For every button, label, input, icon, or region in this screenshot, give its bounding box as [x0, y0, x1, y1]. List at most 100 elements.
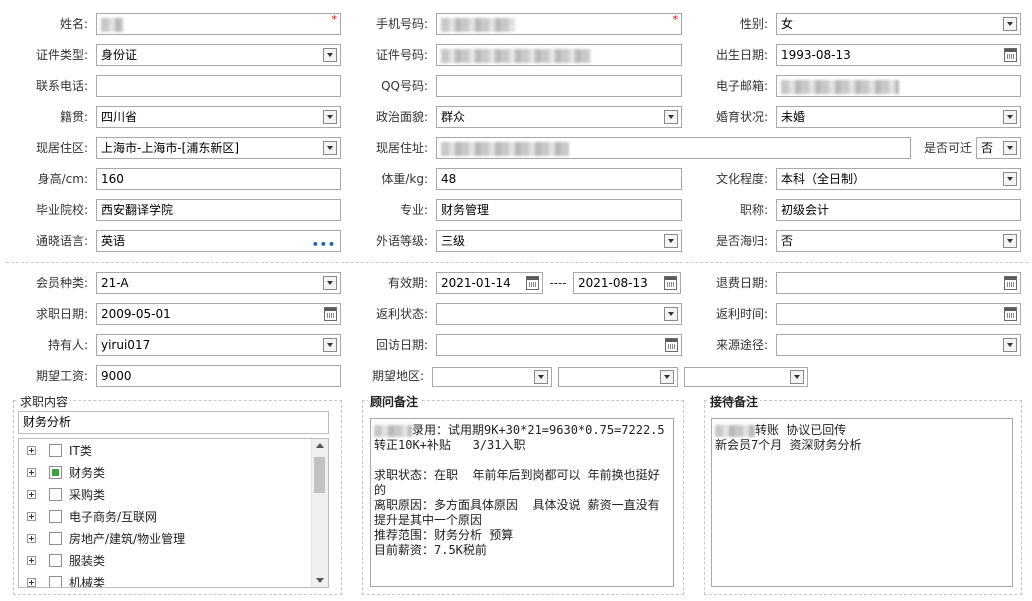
calendar-icon[interactable]	[1004, 276, 1017, 290]
expand-icon[interactable]	[27, 490, 36, 499]
checkbox[interactable]	[49, 466, 62, 479]
tree-item-label: IT类	[69, 444, 92, 458]
calendar-icon[interactable]	[526, 276, 539, 290]
chevron-down-icon[interactable]	[664, 234, 678, 248]
address-input[interactable]	[436, 137, 911, 159]
chevron-down-icon[interactable]	[323, 48, 337, 62]
overseas-value: 否	[781, 234, 794, 248]
checkbox[interactable]	[49, 576, 62, 587]
checkbox[interactable]	[49, 510, 62, 523]
political-select[interactable]: 群众	[436, 106, 682, 128]
scroll-up-icon[interactable]	[316, 443, 324, 448]
rebate-time-input[interactable]	[776, 303, 1021, 325]
chevron-down-icon[interactable]	[664, 307, 678, 321]
redacted-id	[441, 48, 591, 63]
chevron-down-icon[interactable]	[1003, 141, 1017, 155]
id-no-input[interactable]	[436, 44, 682, 66]
chevron-down-icon[interactable]	[1003, 110, 1017, 124]
expand-icon[interactable]	[27, 578, 36, 587]
refund-date-input[interactable]	[776, 272, 1021, 294]
phone-input[interactable]	[96, 75, 341, 97]
job-date-input[interactable]: 2009-05-01	[96, 303, 341, 325]
salary-input[interactable]: 9000	[96, 365, 341, 387]
visit-date-input[interactable]	[436, 334, 682, 356]
holder-select[interactable]: yirui017	[96, 334, 341, 356]
advisor-notes-textarea[interactable]: 录用：试用期9K+30*21=9630*0.75=7222.5 转正10K+补贴…	[370, 418, 674, 587]
region-select[interactable]: 上海市-上海市-[浦东新区]	[96, 137, 341, 159]
height-input[interactable]: 160	[96, 168, 341, 190]
phone-label: 联系电话:	[35, 79, 88, 93]
checkbox[interactable]	[49, 532, 62, 545]
scroll-thumb[interactable]	[314, 457, 325, 493]
qq-input[interactable]	[436, 75, 682, 97]
source-select[interactable]	[776, 334, 1021, 356]
email-input[interactable]	[776, 75, 1021, 97]
valid-to-input[interactable]: 2021-08-13	[573, 272, 681, 294]
native-select[interactable]: 四川省	[96, 106, 341, 128]
chevron-down-icon[interactable]	[664, 110, 678, 124]
major-input[interactable]: 财务管理	[436, 199, 682, 221]
chevron-down-icon[interactable]	[1003, 172, 1017, 186]
chevron-down-icon[interactable]	[323, 141, 337, 155]
relocate-select[interactable]: 否	[976, 137, 1021, 159]
education-select[interactable]: 本科（全日制）	[776, 168, 1021, 190]
area-district-select[interactable]	[684, 367, 808, 387]
expand-icon[interactable]	[27, 534, 36, 543]
calendar-icon[interactable]	[1004, 48, 1017, 62]
member-type-select[interactable]: 21-A	[96, 272, 341, 294]
overseas-select[interactable]: 否	[776, 230, 1021, 252]
job-search-input[interactable]: 财务分析	[18, 411, 329, 434]
job-category-tree[interactable]: IT类 财务类 采购类 电子商务/互联网 房地产/建筑/物业管理 服装类 机械类	[18, 438, 329, 588]
school-input[interactable]: 西安翻译学院	[96, 199, 341, 221]
title-input[interactable]: 初级会计	[776, 199, 1021, 221]
tree-scrollbar[interactable]	[311, 439, 328, 587]
name-input[interactable]: *	[96, 13, 341, 35]
area-province-select[interactable]	[432, 367, 552, 387]
chevron-down-icon[interactable]	[1003, 234, 1017, 248]
checkbox[interactable]	[49, 554, 62, 567]
chevron-down-icon[interactable]	[534, 370, 548, 384]
calendar-icon[interactable]	[665, 338, 678, 352]
chevron-down-icon[interactable]	[660, 370, 674, 384]
birth-date-input[interactable]: 1993-08-13	[776, 44, 1021, 66]
marital-select[interactable]: 未婚	[776, 106, 1021, 128]
chevron-down-icon[interactable]	[323, 110, 337, 124]
checkbox[interactable]	[49, 488, 62, 501]
expand-icon[interactable]	[27, 446, 36, 455]
chevron-down-icon[interactable]	[1003, 338, 1017, 352]
chevron-down-icon[interactable]	[790, 370, 804, 384]
language-picker[interactable]: 英语 •••	[96, 230, 341, 252]
calendar-icon[interactable]	[664, 276, 677, 290]
rebate-status-select[interactable]	[436, 303, 682, 325]
chevron-down-icon[interactable]	[323, 338, 337, 352]
calendar-icon[interactable]	[1004, 307, 1017, 321]
chevron-down-icon[interactable]	[1003, 17, 1017, 31]
expand-icon[interactable]	[27, 512, 36, 521]
weight-input[interactable]: 48	[436, 168, 682, 190]
valid-from-input[interactable]: 2021-01-14	[436, 272, 543, 294]
scroll-down-icon[interactable]	[316, 578, 324, 583]
region-label: 现居住区:	[35, 141, 88, 155]
advisor-notes-text: 录用：试用期9K+30*21=9630*0.75=7222.5 转正10K+补贴…	[374, 423, 665, 557]
id-type-select[interactable]: 身份证	[96, 44, 341, 66]
id-type-value: 身份证	[101, 48, 138, 62]
birth-value: 1993-08-13	[781, 48, 851, 62]
more-icon[interactable]: •••	[312, 235, 336, 251]
area-city-select[interactable]	[558, 367, 678, 387]
expand-icon[interactable]	[27, 468, 36, 477]
job-date-label: 求职日期:	[35, 307, 88, 321]
name-label: 姓名:	[59, 17, 88, 31]
reception-notes-textarea[interactable]: 转账 协议已回传 新会员7个月 资深财务分析	[711, 418, 1013, 587]
school-label: 毕业院校:	[35, 203, 88, 217]
education-value: 本科（全日制）	[781, 172, 866, 186]
gender-select[interactable]: 女	[776, 13, 1021, 35]
mobile-input[interactable]: *	[436, 13, 682, 35]
lang-level-select[interactable]: 三级	[436, 230, 682, 252]
tree-item-label: 电子商务/互联网	[69, 510, 158, 524]
expand-icon[interactable]	[27, 556, 36, 565]
calendar-icon[interactable]	[324, 307, 337, 321]
language-value: 英语	[101, 234, 126, 248]
redacted-prefix	[715, 424, 755, 437]
chevron-down-icon[interactable]	[323, 276, 337, 290]
checkbox[interactable]	[49, 444, 62, 457]
